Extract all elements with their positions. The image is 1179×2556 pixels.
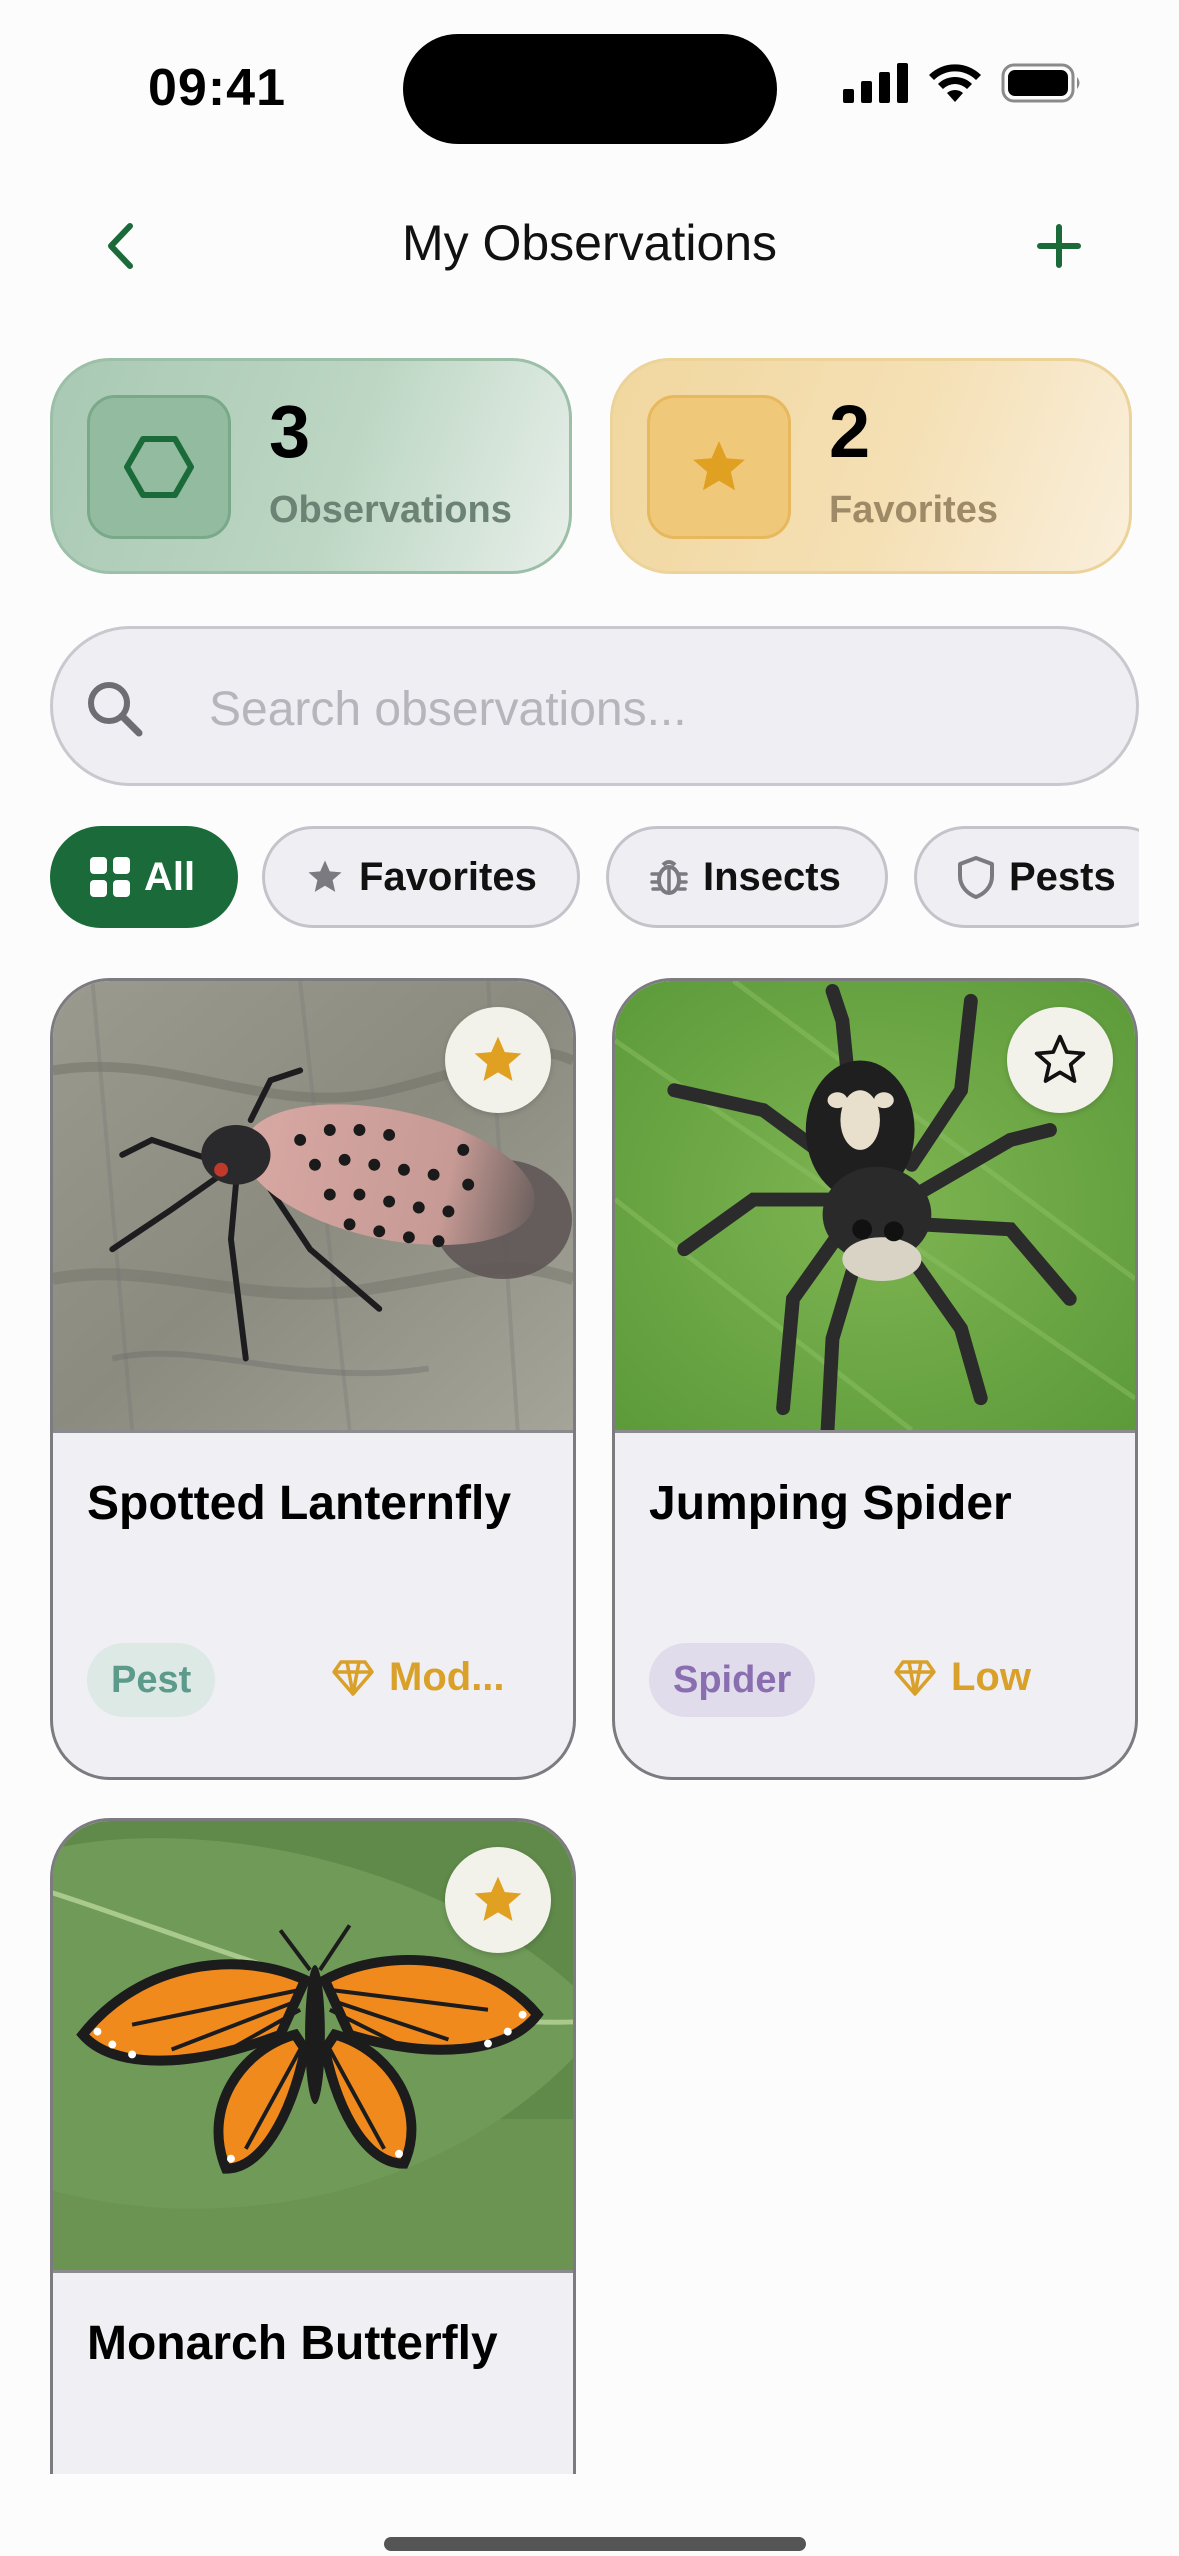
- category-tag: Spider: [649, 1643, 816, 1717]
- observations-stat-icon-box: [87, 395, 231, 539]
- home-indicator: [384, 2537, 806, 2551]
- cellular-signal-icon: [843, 63, 908, 103]
- wifi-icon: [929, 64, 981, 102]
- observation-name: Jumping Spider: [649, 1477, 1012, 1530]
- diamond-icon: [332, 1659, 374, 1696]
- risk-level-label: Low: [951, 1655, 1031, 1699]
- star-icon: [305, 858, 345, 896]
- favorite-toggle-button[interactable]: [445, 1847, 551, 1953]
- observation-card[interactable]: Monarch Butterfly: [50, 1818, 576, 2556]
- battery-icon: [1001, 63, 1080, 103]
- filter-chip-label: Favorites: [359, 854, 537, 899]
- filter-chip-favorites[interactable]: Favorites: [262, 826, 580, 928]
- observation-name: Spotted Lanternfly: [87, 1477, 512, 1530]
- search-input[interactable]: [209, 659, 1089, 759]
- star-icon: [693, 441, 745, 491]
- observation-card[interactable]: Jumping Spider Spider Low: [612, 978, 1138, 1780]
- status-time: 09:41: [148, 59, 286, 117]
- observations-count: 3: [269, 390, 311, 473]
- star-filled-icon: [474, 1036, 522, 1081]
- favorite-toggle-button[interactable]: [1007, 1007, 1113, 1113]
- status-bar: 09:41: [0, 0, 1179, 170]
- star-filled-icon: [474, 1876, 522, 1921]
- category-tag: Pest: [87, 1643, 216, 1717]
- favorites-count: 2: [829, 390, 871, 473]
- filter-chip-insects[interactable]: Insects: [606, 826, 888, 928]
- filter-chip-label: All: [144, 854, 196, 899]
- observation-card[interactable]: Spotted Lanternfly Pest Mod...: [50, 978, 576, 1780]
- filter-chip-label: Pests: [1009, 854, 1116, 899]
- grid-icon: [90, 857, 130, 897]
- search-bar[interactable]: [50, 626, 1139, 786]
- favorite-toggle-button[interactable]: [445, 1007, 551, 1113]
- star-outline-icon: [1034, 1034, 1086, 1083]
- favorites-stat-icon-box: [647, 395, 791, 539]
- navigation-bar: My Observations: [0, 200, 1179, 290]
- filter-chip-label: Insects: [703, 854, 841, 899]
- plus-icon: [1037, 224, 1081, 268]
- filter-chips: All Favorites Insects Pests: [50, 826, 1139, 928]
- bug-icon: [649, 856, 689, 898]
- favorites-label: Favorites: [829, 489, 998, 531]
- risk-level: Mod...: [331, 1655, 505, 1700]
- shield-icon: [957, 855, 995, 899]
- filter-chip-pests[interactable]: Pests: [914, 826, 1139, 928]
- observation-name: Monarch Butterfly: [87, 2317, 498, 2370]
- observations-stat-card[interactable]: 3 Observations: [50, 358, 572, 574]
- diamond-icon: [894, 1659, 936, 1696]
- search-icon: [88, 682, 143, 737]
- dynamic-island: [403, 34, 777, 144]
- observations-label: Observations: [269, 489, 512, 531]
- status-icons: [843, 62, 1083, 104]
- hexagon-icon: [124, 436, 194, 498]
- favorites-stat-card[interactable]: 2 Favorites: [610, 358, 1132, 574]
- add-observation-button[interactable]: [1029, 216, 1089, 276]
- risk-level: Low: [893, 1655, 1031, 1700]
- risk-level-label: Mod...: [389, 1655, 505, 1699]
- page-title: My Observations: [401, 215, 778, 271]
- filter-chip-all[interactable]: All: [50, 826, 238, 928]
